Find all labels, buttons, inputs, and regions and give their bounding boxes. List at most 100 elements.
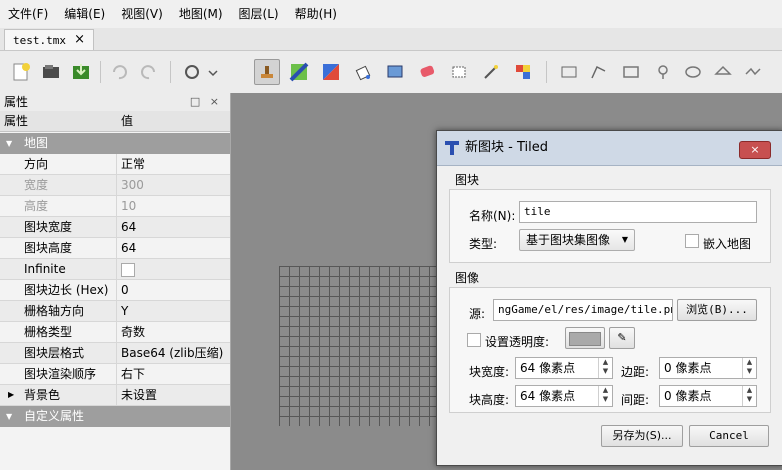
header-value[interactable]: 值 [121, 111, 133, 131]
insert-ellipse-icon[interactable] [680, 59, 706, 85]
close-icon: × [750, 143, 760, 156]
tile-height-spinbox[interactable]: 64 像素点 ▲ ▼ [515, 385, 613, 407]
property-row[interactable]: 方向 正常 [0, 154, 230, 175]
insert-polygon-icon[interactable] [710, 59, 736, 85]
select-same-tile-icon[interactable] [510, 59, 536, 85]
color-picker-button[interactable]: ✎ [609, 327, 635, 349]
spin-arrows-icon[interactable]: ▲ ▼ [742, 386, 756, 406]
source-path-input[interactable]: ngGame/el/res/image/tile.png [493, 299, 673, 321]
property-row[interactable]: Infinite [0, 259, 230, 280]
collapse-arrow-icon[interactable]: ▼ [6, 133, 12, 154]
property-row[interactable]: 图块边长 (Hex) 0 [0, 280, 230, 301]
new-map-icon[interactable] [8, 59, 34, 85]
menu-map[interactable]: 地图(M) [171, 0, 231, 28]
properties-panel-title: 属性 □ × [0, 93, 230, 111]
tile-width-spinbox[interactable]: 64 像素点 ▲ ▼ [515, 357, 613, 379]
menu-bar: 文件(F) 编辑(E) 视图(V) 地图(M) 图层(L) 帮助(H) [0, 0, 782, 29]
close-dialog-button[interactable]: × [739, 141, 771, 159]
spin-arrows-icon[interactable]: ▲ ▼ [742, 358, 756, 378]
tiled-app-icon [445, 141, 459, 158]
open-icon[interactable] [38, 59, 64, 85]
property-row[interactable]: 图块高度 64 [0, 238, 230, 259]
document-tab[interactable]: test.tmx × [4, 29, 94, 50]
property-row[interactable]: 图块层格式 Base64 (zlib压缩) [0, 343, 230, 364]
document-tab-bar: test.tmx × [0, 28, 782, 51]
dialog-titlebar[interactable]: 新图块 - Tiled × [437, 131, 782, 166]
property-row[interactable]: 高度 10 [0, 196, 230, 217]
property-row[interactable]: 栅格类型 奇数 [0, 322, 230, 343]
edit-polygon-icon[interactable] [586, 59, 612, 85]
menu-file[interactable]: 文件(F) [0, 0, 56, 28]
wang-brush-icon[interactable] [318, 59, 344, 85]
panel-float-close-icons[interactable]: □ × [190, 93, 222, 111]
property-row[interactable]: 栅格轴方向 Y [0, 301, 230, 322]
toolbar-separator [170, 61, 171, 83]
cancel-button[interactable]: Cancel [689, 425, 769, 447]
bucket-fill-icon[interactable] [350, 59, 376, 85]
embed-map-label: 嵌入地图 [703, 237, 752, 251]
spin-arrows-icon[interactable]: ▲ ▼ [598, 358, 612, 378]
source-label: 源: [469, 307, 486, 321]
menu-view[interactable]: 视图(V) [113, 0, 171, 28]
property-row[interactable]: 背景色 ▶ 未设置 [0, 385, 230, 406]
stamp-brush-icon[interactable] [254, 59, 280, 85]
properties-panel: 属性 □ × 属性 值 ▼ 地图 方向 正常 宽度 300 高度 10 图块宽度 64 … [0, 93, 231, 470]
collapse-arrow-icon[interactable]: ▼ [6, 406, 12, 427]
tile-width-label: 块宽度: [469, 365, 510, 379]
header-property[interactable]: 属性 [4, 111, 28, 131]
menu-edit[interactable]: 编辑(E) [56, 0, 113, 28]
spin-arrows-icon[interactable]: ▲ ▼ [598, 386, 612, 406]
name-input[interactable]: tile [519, 201, 757, 223]
property-row[interactable]: 宽度 300 [0, 175, 230, 196]
close-tab-icon[interactable]: × [74, 32, 85, 47]
spacing-spinbox[interactable]: 0 像素点 ▲ ▼ [659, 385, 757, 407]
magic-wand-icon[interactable] [478, 59, 504, 85]
margin-spinbox[interactable]: 0 像素点 ▲ ▼ [659, 357, 757, 379]
save-as-button[interactable]: 另存为(S)... [601, 425, 683, 447]
tileset-section-label: 图块 [455, 173, 480, 187]
terrain-brush-icon[interactable] [286, 59, 312, 85]
undo-icon[interactable] [106, 59, 132, 85]
group-map[interactable]: ▼ 地图 [0, 133, 230, 154]
menu-layer[interactable]: 图层(L) [231, 0, 287, 28]
infinite-checkbox[interactable] [121, 262, 135, 277]
margin-label: 边距: [621, 365, 650, 379]
insert-point-icon[interactable] [650, 59, 676, 85]
insert-rect-icon[interactable] [618, 59, 644, 85]
redo-icon[interactable] [136, 59, 162, 85]
eraser-icon[interactable] [414, 59, 440, 85]
type-label: 类型: [469, 237, 498, 251]
commands-icon[interactable] [180, 59, 220, 85]
type-select[interactable]: 基于图块集图像 ▼ [519, 229, 635, 251]
transparency-checkbox[interactable] [467, 333, 481, 347]
insert-polyline-icon[interactable] [740, 59, 766, 85]
name-label: 名称(N): [469, 209, 516, 223]
dialog-title: 新图块 - Tiled [465, 140, 548, 155]
transparency-label: 设置透明度: [485, 335, 550, 349]
shape-fill-icon[interactable] [382, 59, 408, 85]
image-section-label: 图像 [455, 271, 480, 285]
embed-map-checkbox[interactable] [685, 234, 699, 248]
new-tileset-dialog: 新图块 - Tiled × 图块 名称(N): tile 类型: 基于图块集图像… [436, 130, 782, 466]
properties-table-header: 属性 值 [0, 111, 230, 132]
property-row[interactable]: 图块渲染顺序 右下 [0, 364, 230, 385]
panel-title-text: 属性 [4, 95, 29, 109]
group-custom-properties[interactable]: ▼ 自定义属性 [0, 406, 230, 427]
main-toolbar [0, 51, 782, 94]
document-tab-label: test.tmx [13, 33, 66, 47]
save-icon[interactable] [68, 59, 94, 85]
browse-button[interactable]: 浏览(B)... [677, 299, 757, 321]
eyedropper-icon: ✎ [617, 331, 627, 344]
expand-arrow-icon[interactable]: ▶ [8, 385, 14, 405]
tile-height-label: 块高度: [469, 393, 510, 407]
spacing-label: 间距: [621, 393, 650, 407]
transparency-color-button[interactable] [565, 327, 605, 349]
type-select-value: 基于图块集图像 [526, 233, 611, 247]
rect-select-icon[interactable] [446, 59, 472, 85]
chevron-down-icon: ▼ [621, 235, 628, 244]
toolbar-separator [100, 61, 101, 83]
property-row[interactable]: 图块宽度 64 [0, 217, 230, 238]
toolbar-separator [546, 61, 547, 83]
object-select-icon[interactable] [556, 59, 582, 85]
menu-help[interactable]: 帮助(H) [287, 0, 345, 28]
